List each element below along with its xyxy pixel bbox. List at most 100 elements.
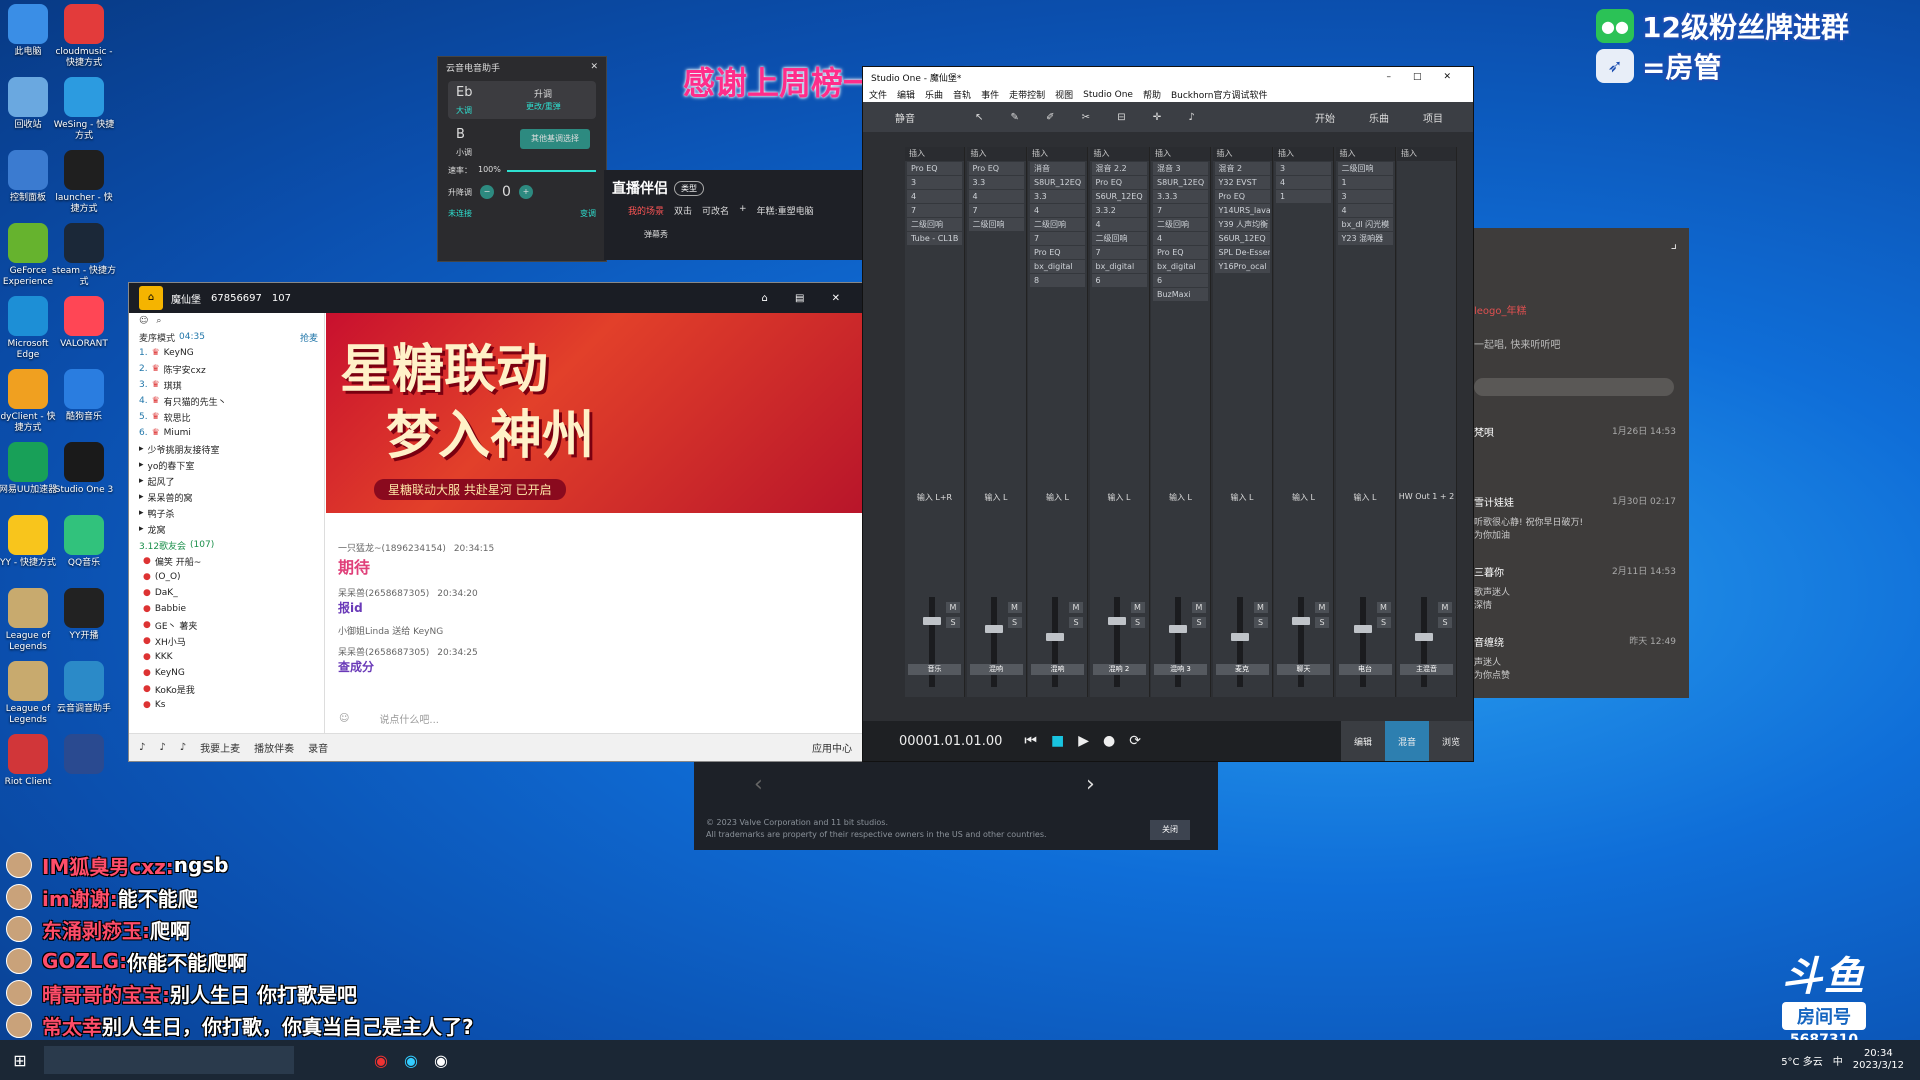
insert-header[interactable]: 插入 bbox=[905, 147, 964, 161]
menu-item[interactable]: 编辑 bbox=[897, 88, 915, 101]
solo-button[interactable]: S bbox=[1007, 617, 1022, 628]
key-button[interactable]: Eb 大调 升调 更改/重弹 bbox=[448, 81, 596, 119]
steam-icon[interactable]: ◉ bbox=[434, 1051, 448, 1070]
channel-item[interactable]: ▸ yo的春下室 bbox=[129, 457, 324, 473]
menu-item[interactable]: 事件 bbox=[981, 88, 999, 101]
insert-header[interactable]: 插入 bbox=[1028, 147, 1087, 161]
queue-item[interactable]: 6. ♛ Miumi bbox=[129, 425, 324, 441]
insert-slot[interactable]: Pro EQ bbox=[1091, 176, 1147, 189]
windows-start-icon[interactable]: ⊞ bbox=[0, 1040, 40, 1080]
insert-slot[interactable]: bx_digital bbox=[1153, 260, 1208, 273]
message-input[interactable]: ☺ 说点什么吧... bbox=[339, 707, 839, 729]
insert-slot[interactable]: S6UR_12EQ bbox=[1214, 232, 1270, 245]
insert-slot[interactable]: Pro EQ bbox=[1214, 190, 1270, 203]
member-item[interactable]: ● Ks bbox=[129, 697, 324, 713]
top-tab[interactable]: 项目 bbox=[1423, 110, 1443, 125]
desktop-icon[interactable] bbox=[52, 734, 116, 777]
mute-button[interactable]: M bbox=[1130, 602, 1145, 613]
member-group-header[interactable]: 3.12歌友会 (107) bbox=[129, 537, 324, 553]
fader-cap[interactable] bbox=[1415, 633, 1433, 641]
desktop-icon[interactable]: 酷狗音乐 bbox=[52, 369, 116, 423]
close-icon[interactable]: ✕ bbox=[590, 62, 598, 72]
fader-cap[interactable] bbox=[1292, 617, 1310, 625]
mute-button[interactable]: M bbox=[1069, 602, 1083, 613]
queue-item[interactable]: 5. ♛ 软思比 bbox=[129, 409, 324, 425]
insert-slot[interactable]: 二级回响 bbox=[968, 218, 1024, 231]
channel-input[interactable]: 输入 L bbox=[1336, 492, 1395, 503]
channel-label[interactable]: 混响 2 bbox=[1092, 664, 1146, 675]
insert-slot[interactable]: 7 bbox=[907, 204, 962, 217]
insert-header[interactable]: 插入 bbox=[1335, 147, 1395, 161]
insert-slot[interactable]: Tube - CL1B bbox=[907, 232, 962, 245]
top-tab[interactable]: 开始 bbox=[1315, 110, 1335, 125]
channel-label[interactable]: 麦克 bbox=[1215, 664, 1269, 675]
queue-item[interactable]: 1. ♛ KeyNG bbox=[129, 345, 324, 361]
companion-tab[interactable]: + bbox=[739, 204, 747, 217]
insert-slot[interactable]: Pro EQ bbox=[1153, 246, 1208, 259]
insert-slot[interactable]: bx_digital bbox=[1091, 260, 1147, 273]
insert-slot[interactable]: Pro EQ bbox=[968, 162, 1024, 175]
insert-slot[interactable]: 3.3 bbox=[968, 176, 1024, 189]
mic-icon[interactable]: ♪ bbox=[159, 742, 165, 753]
insert-slot[interactable]: bx_digital bbox=[1030, 260, 1085, 273]
menu-item[interactable]: 帮助 bbox=[1143, 88, 1161, 101]
insert-slot[interactable]: 4 bbox=[907, 190, 962, 203]
solo-button[interactable]: S bbox=[1192, 617, 1206, 628]
next-icon[interactable]: › bbox=[1086, 772, 1095, 797]
desktop-icon[interactable]: cloudmusic -快捷方式 bbox=[52, 4, 116, 69]
bottom-action[interactable]: 我要上麦 bbox=[200, 740, 240, 755]
solo-button[interactable]: S bbox=[1315, 617, 1329, 628]
desktop-icon[interactable]: steam - 快捷方式 bbox=[52, 223, 116, 288]
desktop-icon[interactable]: launcher - 快捷方式 bbox=[52, 150, 116, 215]
taskbar-search[interactable] bbox=[44, 1046, 294, 1074]
speed-slider[interactable] bbox=[506, 170, 596, 172]
insert-slot[interactable]: S8UR_12EQ bbox=[1030, 176, 1085, 189]
insert-slot[interactable]: 4 bbox=[1276, 176, 1331, 189]
stop-icon[interactable]: ■ bbox=[1051, 733, 1064, 749]
insert-slot[interactable]: 7 bbox=[1153, 204, 1208, 217]
insert-slot[interactable]: 6 bbox=[1153, 274, 1208, 287]
insert-slot[interactable]: S8UR_12EQ bbox=[1153, 176, 1208, 189]
member-item[interactable]: ● Babbie bbox=[129, 601, 324, 617]
insert-slot[interactable]: 3 bbox=[1276, 162, 1331, 175]
bottom-action[interactable]: 播放伴奏 bbox=[254, 740, 294, 755]
insert-slot[interactable]: 7 bbox=[1030, 232, 1085, 245]
insert-slot[interactable]: Y32 EVST bbox=[1214, 176, 1270, 189]
language-indicator[interactable]: 中 bbox=[1833, 1053, 1843, 1068]
queue-item[interactable]: 2. ♛ 陈宇安cxz bbox=[129, 361, 324, 377]
insert-slot[interactable]: S6UR_12EQ bbox=[1091, 190, 1147, 203]
expand-icon[interactable]: ⌟ bbox=[1670, 236, 1677, 252]
companion-tab[interactable]: 可改名 bbox=[702, 204, 729, 217]
desktop-icon[interactable]: VALORANT bbox=[52, 296, 116, 350]
insert-header[interactable]: 插入 bbox=[1151, 147, 1210, 161]
other-key-button[interactable]: 其他基调选择 bbox=[520, 129, 590, 149]
mute-button[interactable]: M bbox=[1007, 602, 1022, 613]
member-item[interactable]: ● KKK bbox=[129, 649, 324, 665]
fader-cap[interactable] bbox=[984, 625, 1003, 633]
fader-cap[interactable] bbox=[1353, 625, 1372, 633]
member-item[interactable]: ● 偏笑 开船~ bbox=[129, 553, 324, 569]
window-controls[interactable]: ⌂ ▤ ✕ bbox=[761, 293, 852, 304]
channel-label[interactable]: 主混音 bbox=[1400, 664, 1453, 675]
insert-slot[interactable]: 3.3 bbox=[1030, 190, 1085, 203]
menu-item[interactable]: 走带控制 bbox=[1009, 88, 1045, 101]
solo-button[interactable]: S bbox=[1069, 617, 1083, 628]
desktop-icon[interactable]: YY - 快捷方式 bbox=[0, 515, 60, 569]
fader-cap[interactable] bbox=[1169, 625, 1187, 633]
insert-slot[interactable]: Y39 人声均衡 bbox=[1214, 218, 1270, 231]
user-icon[interactable]: ☺ bbox=[139, 316, 148, 326]
member-item[interactable]: ● (O_O) bbox=[129, 569, 324, 585]
equalizer-icon[interactable]: ♪ bbox=[180, 742, 186, 753]
insert-slot[interactable]: 混音 2.2 bbox=[1091, 162, 1147, 175]
insert-slot[interactable]: 7 bbox=[968, 204, 1024, 217]
insert-slot[interactable]: 消音 bbox=[1030, 162, 1085, 175]
mute-button[interactable]: M bbox=[1192, 602, 1206, 613]
prev-icon[interactable]: ‹ bbox=[754, 772, 763, 797]
desktop-icon[interactable]: Riot Client bbox=[0, 734, 60, 788]
fader-cap[interactable] bbox=[923, 617, 941, 625]
fader-cap[interactable] bbox=[1107, 617, 1126, 625]
solo-button[interactable]: S bbox=[1253, 617, 1268, 628]
insert-header[interactable]: 插入 bbox=[966, 147, 1026, 161]
emoji-icon[interactable]: ☺ bbox=[339, 713, 349, 724]
channel-input[interactable]: 输入 L bbox=[1151, 492, 1210, 503]
